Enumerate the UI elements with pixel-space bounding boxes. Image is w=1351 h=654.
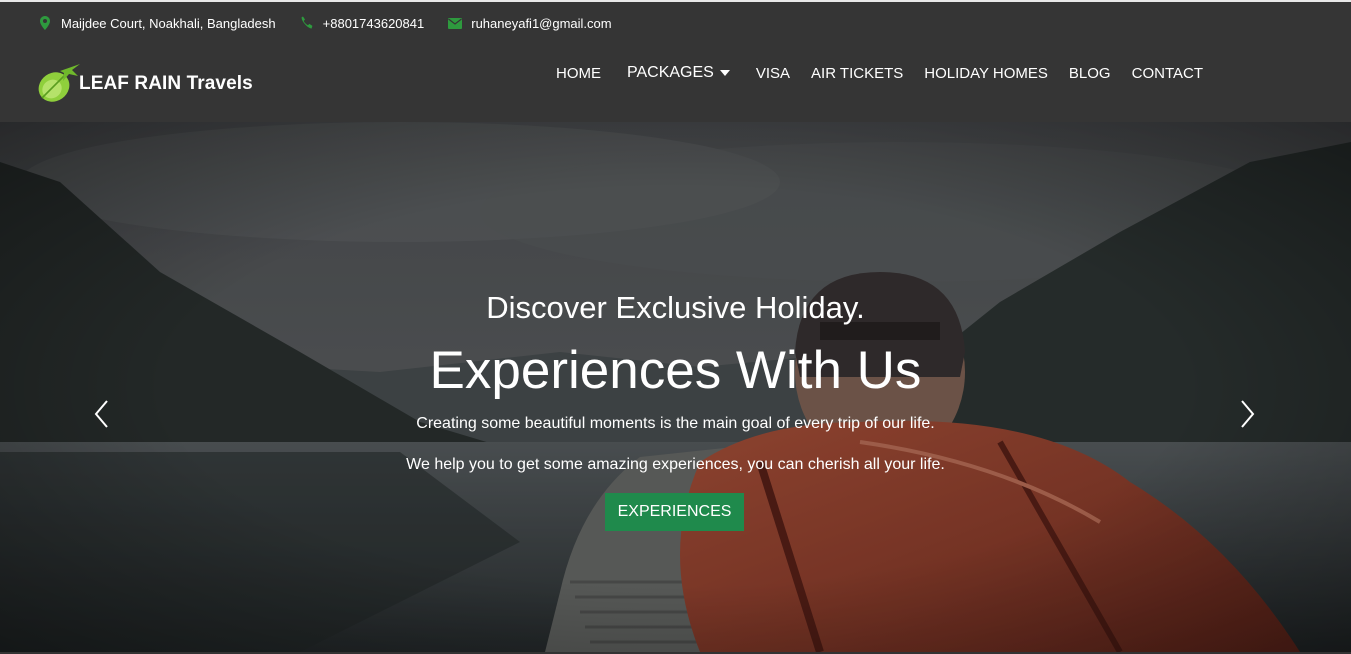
contact-address-text: Maijdee Court, Noakhali, Bangladesh [61, 15, 276, 31]
contact-email-text: ruhaneyafi1@gmail.com [471, 15, 612, 31]
nav-air-tickets[interactable]: AIR TICKETS [811, 65, 903, 82]
nav-holiday-homes[interactable]: HOLIDAY HOMES [924, 65, 1048, 82]
contact-phone[interactable]: +8801743620841 [300, 15, 425, 31]
map-marker-icon [38, 16, 52, 30]
brand-name: LEAF RAIN Travels [79, 73, 253, 94]
contact-bar: Maijdee Court, Noakhali, Bangladesh +880… [38, 12, 636, 34]
brand-logo-link[interactable]: LEAF RAIN Travels [36, 62, 253, 106]
contact-email[interactable]: ruhaneyafi1@gmail.com [448, 15, 612, 31]
hero-subtitle: Discover Exclusive Holiday. [486, 290, 865, 325]
contact-address: Maijdee Court, Noakhali, Bangladesh [38, 16, 276, 31]
leaf-plane-icon [36, 62, 82, 106]
nav-packages-label: PACKAGES [627, 64, 714, 81]
nav-home[interactable]: HOME [556, 65, 601, 82]
contact-phone-text: +8801743620841 [322, 15, 425, 31]
site-header: Maijdee Court, Noakhali, Bangladesh +880… [0, 0, 1351, 122]
nav-blog[interactable]: BLOG [1069, 65, 1111, 82]
nav-visa[interactable]: VISA [756, 65, 790, 82]
nav-packages-dropdown[interactable]: PACKAGES [627, 64, 730, 82]
experiences-button[interactable]: EXPERIENCES [605, 493, 744, 531]
caret-down-icon [719, 70, 730, 76]
main-nav: HOME PACKAGES VISA AIR TICKETS HOLIDAY H… [556, 64, 1224, 82]
hero-description-1: Creating some beautiful moments is the m… [416, 415, 935, 432]
phone-icon [300, 16, 314, 30]
nav-contact[interactable]: CONTACT [1132, 65, 1203, 82]
hero-title: Experiences With Us [429, 341, 922, 400]
envelope-icon [448, 16, 463, 30]
hero-description-2: We help you to get some amazing experien… [406, 456, 945, 473]
